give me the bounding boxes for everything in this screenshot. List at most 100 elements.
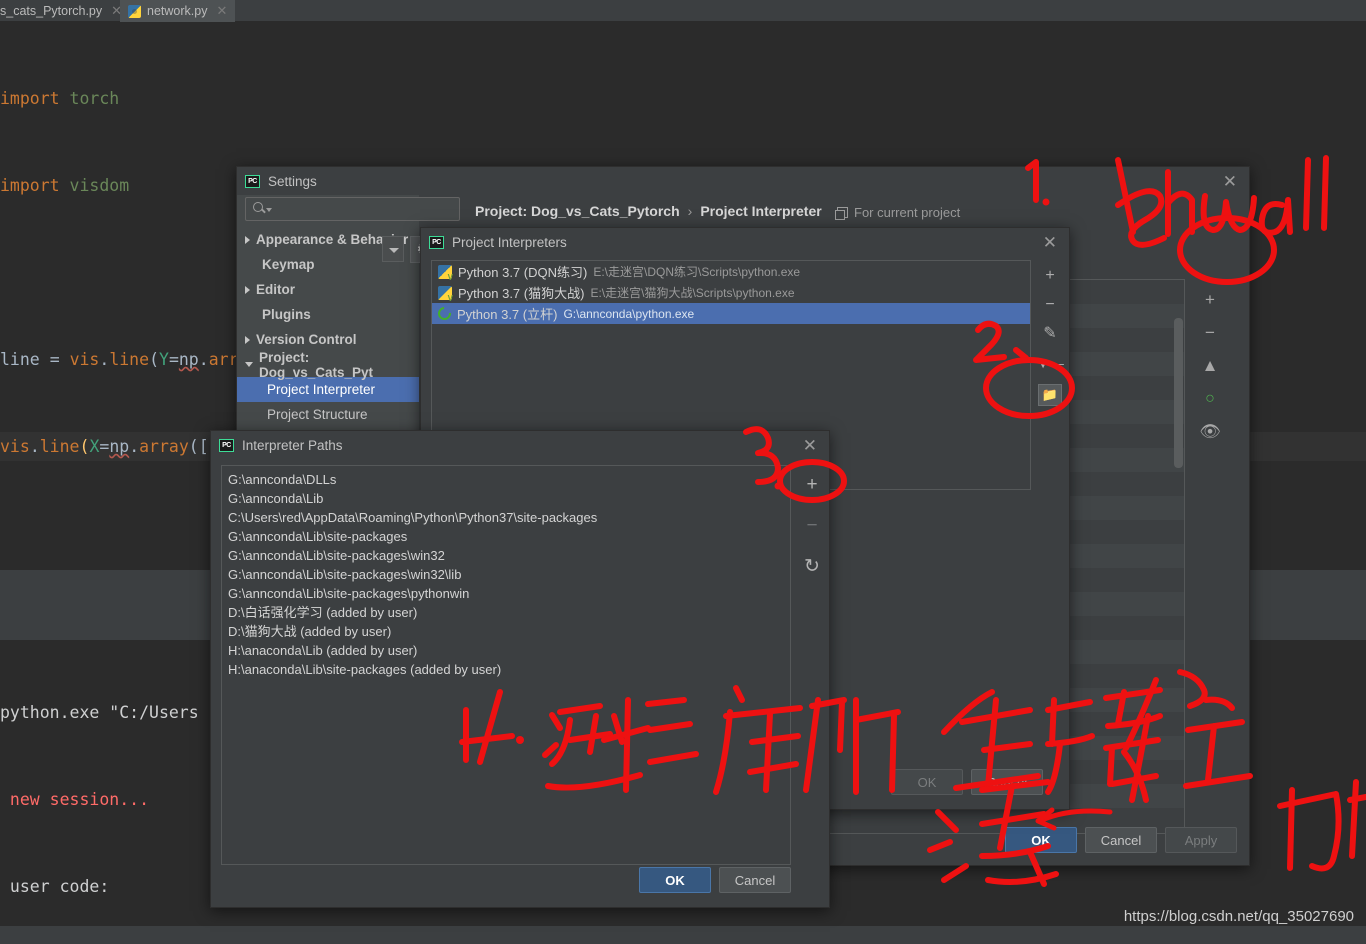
chevron-down-icon[interactable]	[266, 208, 272, 212]
for-current-project-label: For current project	[854, 205, 961, 220]
interpreter-paths-dialog[interactable]: PC Interpreter Paths ✕ G:\annconda\DLLs …	[210, 430, 830, 908]
sidebar-item-label: Version Control	[256, 332, 357, 347]
watermark: https://blog.csdn.net/qq_35027690	[1123, 908, 1354, 925]
list-item[interactable]: H:\anaconda\Lib\site-packages (added by …	[222, 660, 790, 679]
list-item[interactable]: G:\annconda\Lib\site-packages\pythonwin	[222, 584, 790, 603]
list-item[interactable]: G:\annconda\Lib	[222, 489, 790, 508]
upgrade-package-icon[interactable]: ▲	[1202, 357, 1219, 374]
editor-tab-0[interactable]: s_cats_Pytorch.py ✕	[0, 0, 122, 22]
breadcrumb-separator: ›	[687, 203, 693, 219]
editor-tab-1[interactable]: network.py ✕	[120, 0, 235, 22]
sidebar-item-project[interactable]: Project: Dog_vs_Cats_Pyt	[237, 349, 419, 380]
pycharm-icon: PC	[219, 438, 234, 452]
paths-title: Interpreter Paths	[242, 437, 343, 453]
cancel-button[interactable]: Cancel	[719, 867, 791, 893]
sidebar-item-label: Project: Dog_vs_Cats_Pyt	[259, 349, 374, 380]
sidebar-item-editor[interactable]: Editor	[237, 277, 419, 302]
breadcrumb: Project: Dog_vs_Cats_Pytorch › Project I…	[475, 203, 822, 219]
sidebar-item-project-interpreter[interactable]: Project Interpreter	[237, 377, 419, 402]
show-early-releases-icon[interactable]: 👁	[1199, 423, 1221, 440]
search-icon	[253, 202, 263, 212]
interpreter-path: G:\annconda\python.exe	[563, 306, 695, 321]
list-item[interactable]: Python 3.7 (猫狗大战) E:\走迷宫\猫狗大战\Scripts\py…	[432, 282, 1030, 303]
sidebar-item-version-control[interactable]: Version Control	[237, 327, 419, 352]
for-current-project: For current project	[835, 205, 961, 220]
status-bar	[0, 925, 1366, 944]
list-item[interactable]: D:\白话强化学习 (added by user)	[222, 603, 790, 622]
list-item[interactable]: C:\Users\red\AppData\Roaming\Python\Pyth…	[222, 508, 790, 527]
editor-tab-label: network.py	[147, 4, 208, 18]
refresh-icon[interactable]: ↻	[804, 557, 820, 576]
interpreter-path: E:\走迷宫\DQN练习\Scripts\python.exe	[593, 265, 801, 279]
close-icon[interactable]: ✕	[799, 437, 821, 454]
pycharm-icon: PC	[245, 174, 260, 188]
interpreters-buttons: OK Cancel	[891, 769, 1043, 795]
sidebar-item-plugins[interactable]: Plugins	[237, 302, 419, 327]
list-item[interactable]: G:\annconda\DLLs	[222, 470, 790, 489]
venv-icon	[438, 264, 453, 282]
list-item[interactable]: Python 3.7 (DQN练习) E:\走迷宫\DQN练习\Scripts\…	[432, 261, 1030, 282]
settings-titlebar: PC Settings ✕	[237, 167, 1249, 195]
list-item[interactable]: H:\anaconda\Lib (added by user)	[222, 641, 790, 660]
close-icon[interactable]: ✕	[1219, 173, 1241, 190]
editor-tab-label: s_cats_Pytorch.py	[0, 4, 103, 18]
sidebar-item-label: Plugins	[262, 307, 311, 322]
scrollbar[interactable]	[1174, 318, 1183, 468]
paths-titlebar: PC Interpreter Paths ✕	[211, 431, 829, 459]
ok-button[interactable]: OK	[891, 769, 963, 795]
interpreter-path: E:\走迷宫\猫狗大战\Scripts\python.exe	[590, 286, 795, 300]
ok-button[interactable]: OK	[639, 867, 711, 893]
sidebar-item-label: Keymap	[262, 257, 315, 272]
interpreters-titlebar: PC Project Interpreters ✕	[421, 228, 1069, 256]
conda-icon[interactable]: ○	[1205, 390, 1215, 407]
list-item[interactable]: G:\annconda\Lib\site-packages\win32	[222, 546, 790, 565]
show-paths-icon[interactable]: 📁	[1037, 384, 1063, 406]
editor-tabbar: s_cats_Pytorch.py ✕ network.py ✕	[0, 0, 1366, 22]
conda-icon	[435, 304, 454, 323]
interpreter-name: Python 3.7 (DQN练习)	[458, 265, 588, 280]
interpreter-dropdown[interactable]	[382, 236, 404, 262]
ok-button[interactable]: OK	[1005, 827, 1077, 853]
add-interpreter-icon[interactable]: +	[1045, 268, 1054, 284]
chevron-right-icon[interactable]	[245, 335, 250, 344]
search-input[interactable]	[245, 197, 460, 221]
pencil-icon[interactable]: ✎	[1043, 326, 1056, 342]
pycharm-icon: PC	[429, 235, 444, 249]
sidebar-item-label: Editor	[256, 282, 295, 297]
apply-button[interactable]: Apply	[1165, 827, 1237, 853]
cancel-button[interactable]: Cancel	[971, 769, 1043, 795]
list-item[interactable]: D:\猫狗大战 (added by user)	[222, 622, 790, 641]
package-toolbar: + − ▲ ○ 👁	[1192, 279, 1228, 834]
sidebar-item-project-structure[interactable]: Project Structure	[237, 402, 419, 427]
list-item[interactable]: G:\annconda\Lib\site-packages\win32\lib	[222, 565, 790, 584]
breadcrumb-project: Project: Dog_vs_Cats_Pytorch	[475, 203, 680, 219]
settings-buttons: OK Cancel Apply	[1005, 827, 1237, 853]
chevron-down-icon	[389, 248, 399, 253]
venv-icon	[438, 285, 453, 303]
breadcrumb-page: Project Interpreter	[700, 203, 822, 219]
remove-interpreter-icon[interactable]: −	[1045, 297, 1054, 313]
remove-path-icon[interactable]: −	[806, 516, 817, 535]
chevron-down-icon[interactable]	[245, 362, 253, 367]
filter-icon[interactable]: ▼—	[1036, 355, 1064, 371]
python-file-icon	[128, 4, 141, 18]
code-line: import torch	[0, 89, 120, 108]
chevron-right-icon[interactable]	[245, 235, 250, 244]
paths-list[interactable]: G:\annconda\DLLs G:\annconda\Lib C:\User…	[221, 465, 791, 865]
sidebar-item-label: Project Interpreter	[267, 382, 376, 397]
list-item[interactable]: Python 3.7 (立杆) G:\annconda\python.exe	[432, 303, 1030, 324]
remove-package-icon[interactable]: −	[1205, 324, 1215, 341]
copy-icon	[835, 207, 848, 220]
sidebar-item-label: Project Structure	[267, 407, 368, 422]
close-icon[interactable]: ✕	[216, 3, 227, 19]
cancel-button[interactable]: Cancel	[1085, 827, 1157, 853]
close-icon[interactable]: ✕	[1039, 234, 1061, 251]
interpreters-title: Project Interpreters	[452, 234, 567, 250]
list-item[interactable]: G:\annconda\Lib\site-packages	[222, 527, 790, 546]
add-package-icon[interactable]: +	[1205, 291, 1215, 308]
interpreter-toolbar: + − ✎ ▼— 📁	[1035, 260, 1065, 406]
interpreter-name: Python 3.7 (猫狗大战)	[458, 286, 585, 301]
chevron-right-icon[interactable]	[245, 285, 250, 294]
paths-toolbar: + − ↻	[797, 467, 827, 576]
add-path-icon[interactable]: +	[806, 475, 817, 494]
